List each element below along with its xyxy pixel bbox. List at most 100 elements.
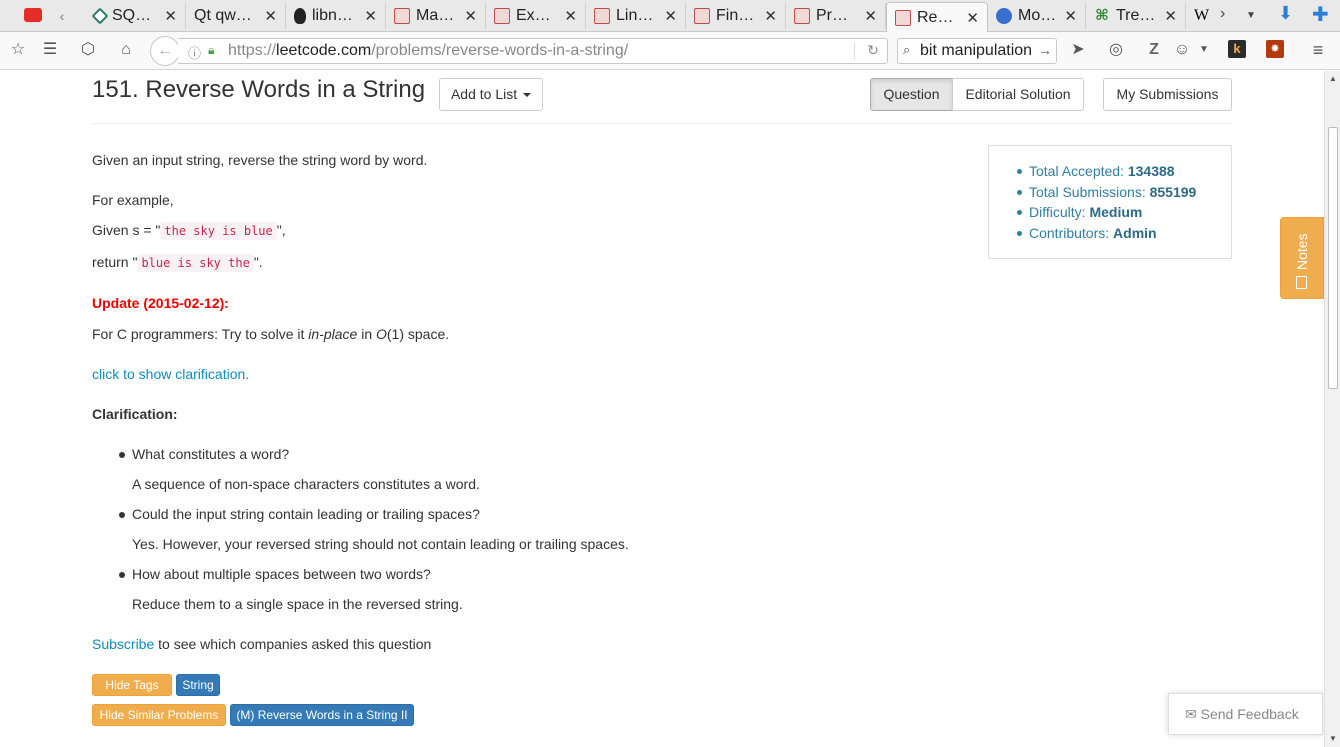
bullet [1017,210,1022,215]
downloads-arrow-icon[interactable]: ⬇ [1278,3,1293,24]
tab-tre[interactable]: ⌘ Tre… ✕ [1086,3,1186,29]
url-path: /problems/reverse-words-in-a-string/ [371,42,629,59]
tabs-scroll-left-icon[interactable]: ‹ [54,7,70,25]
url-bar[interactable]: ⓘ 🔒︎ https://leetcode.com/problems/rever… [178,38,888,64]
scroll-down-arrow-icon[interactable]: ▼ [1327,733,1339,745]
info-icon[interactable]: ⓘ [188,43,201,62]
reading-list-icon[interactable]: ☰ [40,40,60,60]
search-bar[interactable]: ⌕ bit manipulation → [897,38,1057,64]
bullet [119,572,125,578]
tab-question[interactable]: Question [870,78,953,111]
stat-label: Total Accepted: [1029,163,1128,179]
tab-label: Fin… [716,7,755,24]
tab-fin[interactable]: Fin… ✕ [686,3,786,29]
youtube-tab-icon[interactable] [24,8,42,22]
send-feedback-button[interactable]: ✉ Send Feedback [1168,693,1323,735]
hide-tags-button[interactable]: Hide Tags [92,674,172,696]
tab-label: Lin… [616,7,654,24]
close-tab-icon[interactable]: ✕ [264,7,277,25]
scroll-up-arrow-icon[interactable]: ▲ [1327,73,1339,85]
bookmark-star-icon[interactable]: ☆ [8,40,28,60]
close-tab-icon[interactable]: ✕ [1164,7,1177,25]
tab-wikipedia[interactable]: W [1186,3,1216,29]
show-clarification-link[interactable]: click to show clarification. [92,366,249,382]
caret-down-icon [523,93,532,98]
scroll-thumb[interactable] [1328,127,1338,389]
close-tab-icon[interactable]: ✕ [464,7,477,25]
tab-label: SQ… [112,7,152,24]
close-tab-icon[interactable]: ✕ [864,7,877,25]
globe-icon[interactable]: ◎ [1106,40,1126,60]
close-tab-icon[interactable]: ✕ [164,7,177,25]
pocket-icon[interactable]: ⬡ [78,40,98,60]
bullet [1017,231,1022,236]
bullet [119,452,125,458]
close-tab-icon[interactable]: ✕ [966,9,979,27]
stats-panel: Total Accepted: 134388 Total Submissions… [988,145,1232,259]
close-tab-icon[interactable]: ✕ [364,7,377,25]
output-prefix: return " [92,254,138,270]
all-tabs-chevron-down-icon[interactable]: ▼ [1246,10,1256,21]
close-tab-icon[interactable]: ✕ [764,7,777,25]
close-tab-icon[interactable]: ✕ [664,7,677,25]
tab-ma[interactable]: Ma… ✕ [386,3,486,29]
dropdown-chevron-icon[interactable]: ▼ [1194,40,1214,60]
tab-editorial-solution[interactable]: Editorial Solution [952,78,1084,111]
send-icon[interactable]: ➤ [1068,40,1088,60]
subscribe-link[interactable]: Subscribe [92,636,154,652]
tab-label: Ex… [516,7,551,24]
k-extension-icon[interactable]: k [1228,40,1246,58]
my-submissions-button[interactable]: My Submissions [1103,78,1232,111]
hide-similar-problems-button[interactable]: Hide Similar Problems [92,704,226,726]
page-scrollbar[interactable]: ▲ ▼ [1324,71,1340,747]
tab-label: Ma… [416,7,455,24]
clarification-answer: A sequence of non-space characters const… [132,476,480,492]
add-to-list-button[interactable]: Add to List [439,78,543,111]
tab-pr[interactable]: Pr… ✕ [786,3,886,29]
tab-ex[interactable]: Ex… ✕ [486,3,586,29]
send-feedback-label: Send Feedback [1200,706,1299,722]
leetcode-icon [494,8,510,24]
stat-value: Medium [1089,204,1143,220]
diamond-icon [91,7,109,25]
url-text[interactable]: https://leetcode.com/problems/reverse-wo… [228,42,628,60]
back-button[interactable]: ← [150,36,180,66]
tab-qt[interactable]: Qt qw… ✕ [186,3,286,29]
subscribe-line: Subscribe to see which companies asked t… [92,636,431,652]
contributors: Contributors: Admin [1029,225,1157,241]
similar-problem-link[interactable]: (M) Reverse Words in a String II [230,704,414,726]
tab-libn[interactable]: libn… ✕ [286,3,386,29]
add-to-list-label: Add to List [450,86,518,102]
user-agent-icon[interactable]: ☺ [1172,40,1192,60]
divider [92,123,1232,124]
url-separator [854,43,855,60]
tab-sq[interactable]: SQ… ✕ [86,3,186,29]
search-icon: ⌕ [903,42,911,57]
tab-strip: ‹ SQ… ✕ Qt qw… ✕ libn… ✕ Ma… ✕ Ex… ✕ Lin… [0,0,1340,32]
tab-label: Qt qw… [194,7,252,24]
tag-string[interactable]: String [176,674,220,696]
tab-mo[interactable]: Mo… ✕ [988,3,1086,29]
stat-value: 855199 [1149,184,1197,200]
search-go-arrow-icon[interactable]: → [1038,42,1052,58]
menu-hamburger-icon[interactable]: ≡ [1308,40,1328,60]
home-icon[interactable]: ⌂ [116,40,136,60]
stat-label: Contributors: [1029,225,1114,241]
input-code: the sky is blue [160,222,277,240]
tab-reverse-words[interactable]: Re… ✕ [886,2,988,32]
clarification-question: What constitutes a word? [132,446,290,462]
close-tab-icon[interactable]: ✕ [1064,7,1077,25]
zotero-icon[interactable]: Z [1144,40,1164,60]
contributor-link[interactable]: Admin [1113,225,1157,241]
new-tab-plus-icon[interactable]: ✚ [1312,2,1329,27]
ubuntu-extension-icon[interactable]: ✸ [1266,40,1284,58]
reload-icon[interactable]: ↻ [867,42,879,59]
leetcode-icon [794,8,810,24]
difficulty: Difficulty: Medium [1029,204,1142,220]
close-tab-icon[interactable]: ✕ [564,7,577,25]
notes-tab[interactable]: Notes [1280,217,1324,299]
search-input-value[interactable]: bit manipulation [920,42,1040,60]
tab-lin[interactable]: Lin… ✕ [586,3,686,29]
tabs-scroll-right-icon[interactable]: › [1220,5,1225,23]
update-text-part: in [357,326,376,342]
